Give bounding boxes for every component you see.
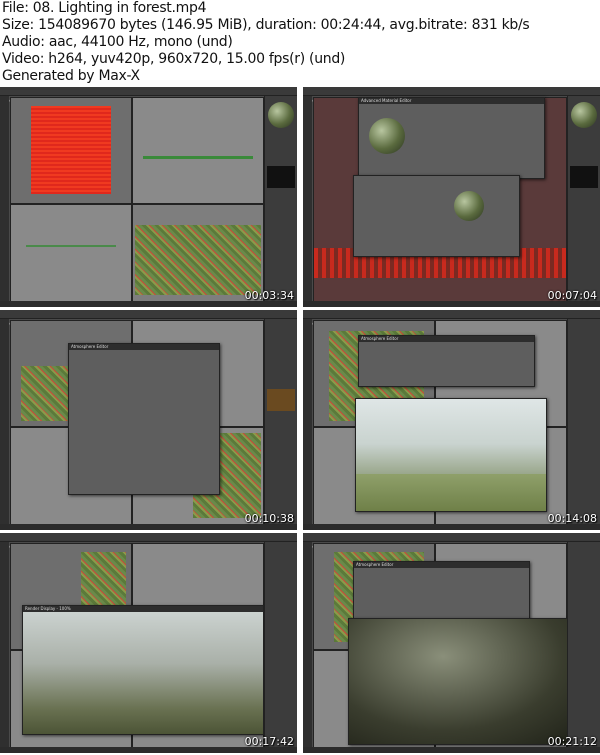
menu-bar: FileEditObjectAtmosphereRenderAnimationA… xyxy=(0,87,297,103)
timestamp: 00:07:04 xyxy=(547,289,597,302)
dialog-title: Atmosphere Editor xyxy=(69,344,219,350)
menu-bar: FileEditObjectAtmosphereRenderAnimationA… xyxy=(0,310,297,326)
render-window[interactable] xyxy=(355,398,547,512)
left-toolbar xyxy=(303,319,312,530)
front-view-viewport[interactable] xyxy=(10,204,132,303)
preview-window xyxy=(267,389,295,411)
timestamp: 00:03:34 xyxy=(244,289,294,302)
left-toolbar xyxy=(303,542,312,753)
material-editor-dialog[interactable]: Advanced Material Editor xyxy=(358,97,545,179)
ecosystem-dialog[interactable] xyxy=(353,175,520,257)
file-size-line: Size: 154089670 bytes (146.95 MiB), dura… xyxy=(2,17,530,33)
atmosphere-editor-dialog[interactable]: Atmosphere Editor xyxy=(358,335,535,387)
dialog-title: Atmosphere Editor xyxy=(354,562,529,568)
ground-line xyxy=(143,156,253,159)
right-panel xyxy=(567,319,600,530)
ground-line xyxy=(26,245,116,247)
right-panel xyxy=(264,319,297,530)
preview-window xyxy=(267,166,295,188)
timestamp: 00:10:38 xyxy=(244,512,294,525)
thumbnail-6[interactable]: FileEditObjectAtmosphereRenderAnimationA… xyxy=(303,533,600,753)
atmosphere-editor-dialog[interactable]: Atmosphere Editor xyxy=(68,343,220,495)
thumbnail-1[interactable]: FileEditObjectAtmosphereRenderAnimationA… xyxy=(0,87,297,307)
right-panel xyxy=(264,96,297,307)
file-name-line: File: 08. Lighting in forest.mp4 xyxy=(2,0,207,16)
right-panel xyxy=(264,542,297,753)
render-window[interactable] xyxy=(348,618,585,745)
material-sphere xyxy=(454,191,484,221)
dialog-title: Advanced Material Editor xyxy=(359,98,544,104)
menu-bar: FileEditObjectAtmosphereRenderAnimationA… xyxy=(303,533,600,549)
side-view-viewport[interactable] xyxy=(132,97,264,204)
grass-ground xyxy=(356,474,546,511)
selected-forest-patch xyxy=(31,106,111,194)
dialog-title: Atmosphere Editor xyxy=(359,336,534,342)
file-info-header: File: 08. Lighting in forest.mp4 Size: 1… xyxy=(2,0,598,86)
material-sphere xyxy=(369,118,405,154)
timestamp: 00:17:42 xyxy=(244,735,294,748)
audio-info-line: Audio: aac, 44100 Hz, mono (und) xyxy=(2,34,233,50)
thumbnail-3[interactable]: FileEditObjectAtmosphereRenderAnimationA… xyxy=(0,310,297,530)
generated-by-line: Generated by Max-X xyxy=(2,68,140,84)
left-toolbar xyxy=(0,319,9,530)
material-preview-sphere xyxy=(571,102,597,128)
dialog-title: Render Display - 100% xyxy=(23,606,263,612)
right-panel xyxy=(567,542,600,753)
left-toolbar xyxy=(0,542,9,753)
material-preview-sphere xyxy=(268,102,294,128)
preview-window xyxy=(570,166,598,188)
top-view-viewport[interactable] xyxy=(10,97,132,204)
right-panel xyxy=(567,96,600,307)
left-toolbar xyxy=(0,96,9,307)
menu-bar: FileEditObjectAtmosphereRenderAnimationA… xyxy=(303,87,600,103)
render-display-dialog[interactable]: Render Display - 100% xyxy=(22,605,264,735)
forest-preview xyxy=(135,225,261,295)
menu-bar: FileEditObjectAtmosphereRenderAnimationA… xyxy=(0,533,297,549)
left-toolbar xyxy=(303,96,312,307)
timestamp: 00:21:12 xyxy=(547,735,597,748)
atmosphere-editor-dialog[interactable]: Atmosphere Editor xyxy=(353,561,530,623)
timestamp: 00:14:08 xyxy=(547,512,597,525)
thumbnail-5[interactable]: FileEditObjectAtmosphereRenderAnimationA… xyxy=(0,533,297,753)
thumbnail-2[interactable]: FileEditObjectAtmosphereRenderAnimationA… xyxy=(303,87,600,307)
thumbnail-4[interactable]: FileEditObjectAtmosphereRenderAnimationA… xyxy=(303,310,600,530)
video-info-line: Video: h264, yuv420p, 960x720, 15.00 fps… xyxy=(2,51,346,67)
menu-bar: FileEditObjectAtmosphereRenderAnimationA… xyxy=(303,310,600,326)
